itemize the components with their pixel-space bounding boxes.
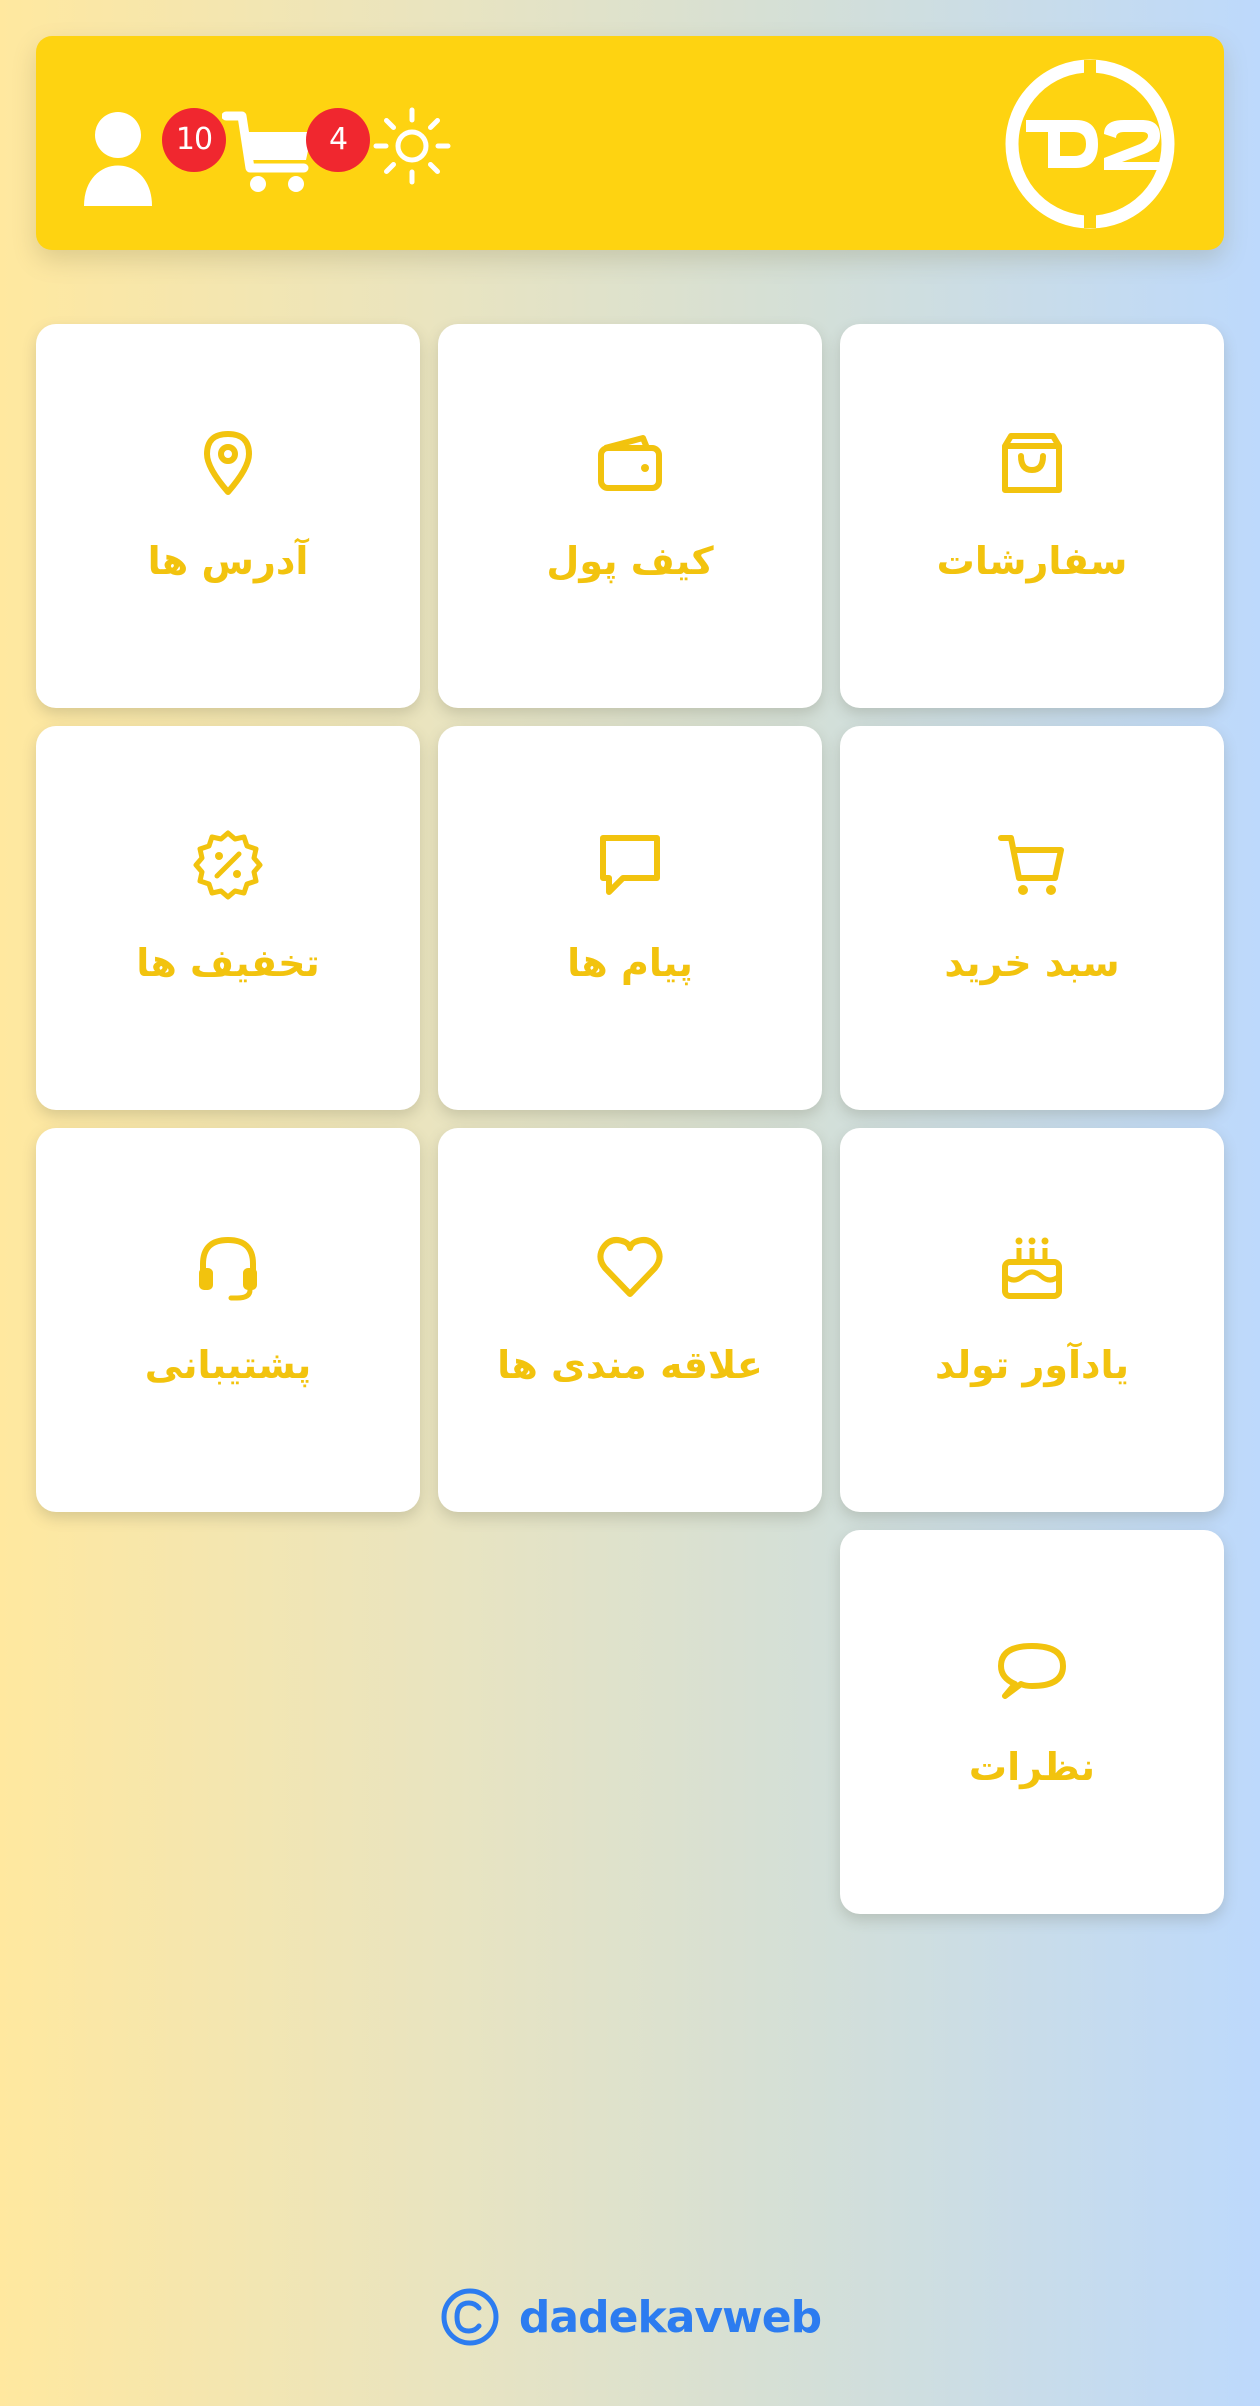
menu-tile-label: سفارشات <box>936 539 1128 583</box>
d2-logo-icon <box>1005 59 1175 229</box>
menu-tile-label: کیف پول <box>546 539 714 583</box>
headset-icon <box>199 1236 257 1301</box>
menu-tile-orders[interactable]: سفارشات <box>840 324 1224 708</box>
copyright-icon <box>441 2288 499 2346</box>
menu-tile-label: سبد خرید <box>944 941 1120 985</box>
wallet-icon <box>598 435 662 491</box>
menu-tile-label: یادآور تولد <box>934 1343 1130 1387</box>
cart-badge: 4 <box>306 108 370 172</box>
sun-icon <box>373 107 451 185</box>
footer: dadekavweb <box>0 2282 1260 2352</box>
brand-logo[interactable] <box>1004 58 1176 230</box>
shopping-bag-icon <box>1002 433 1062 493</box>
menu-tile-birthday-reminder[interactable]: یادآور تولد <box>840 1128 1224 1512</box>
menu-tile-wallet[interactable]: کیف پول <box>438 324 822 708</box>
menu-tile-addresses[interactable]: آدرس ها <box>36 324 420 708</box>
theme-toggle-button[interactable] <box>372 106 452 186</box>
cart-icon <box>998 835 1064 895</box>
menu-tile-label: نظرات <box>968 1745 1096 1789</box>
menu-tile-label: تخفیف ها <box>136 941 320 985</box>
menu-tile-label: آدرس ها <box>147 539 309 583</box>
menu-tile-label: علاقه مندی ها <box>497 1343 763 1387</box>
menu-tile-comments[interactable]: نظرات <box>840 1530 1224 1914</box>
heart-icon <box>597 1237 663 1297</box>
profile-button[interactable]: 10 <box>82 102 226 206</box>
menu-tile-messages[interactable]: پیام ها <box>438 726 822 1110</box>
cart-icon <box>221 111 312 192</box>
menu-tile-favorites[interactable]: علاقه مندی ها <box>438 1128 822 1512</box>
footer-brand-link[interactable]: dadekavweb <box>519 2292 822 2343</box>
menu-tile-support[interactable]: پشتیبانی <box>36 1128 420 1512</box>
app-header: 10 4 <box>36 36 1224 250</box>
discount-icon <box>193 830 263 900</box>
location-pin-icon <box>204 431 252 495</box>
comment-icon <box>998 1643 1066 1699</box>
user-icon <box>84 112 152 206</box>
cart-button[interactable]: 4 <box>221 102 370 202</box>
message-icon <box>600 835 660 895</box>
menu-tile-cart[interactable]: سبد خرید <box>840 726 1224 1110</box>
profile-badge: 10 <box>162 108 226 172</box>
menu-tile-label: پیام ها <box>567 941 693 985</box>
menu-tile-label: پشتیبانی <box>144 1343 312 1387</box>
menu-tile-discounts[interactable]: تخفیف ها <box>36 726 420 1110</box>
birthday-cake-icon <box>1002 1237 1062 1299</box>
